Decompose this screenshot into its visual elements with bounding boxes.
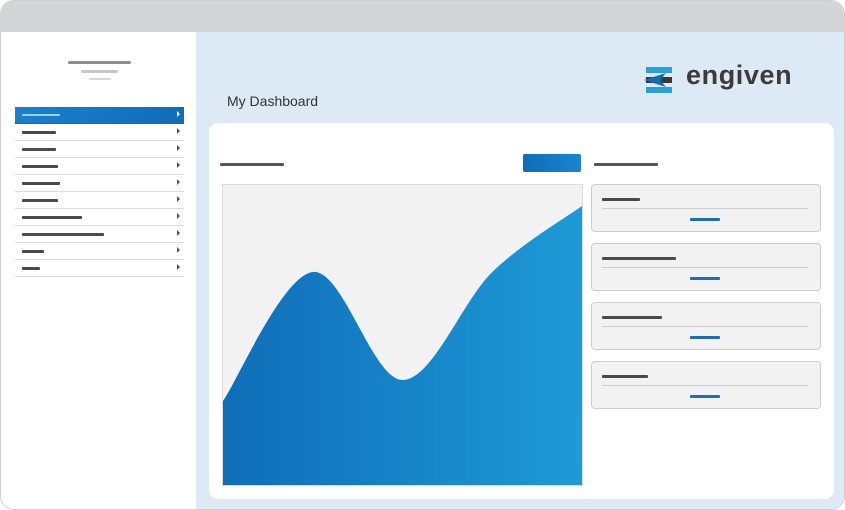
info-card-1[interactable] — [591, 184, 821, 232]
sidebar-item-label-placeholder — [22, 165, 58, 168]
sidebar-item-label-placeholder — [22, 233, 104, 236]
info-card-2[interactable] — [591, 243, 821, 291]
chevron-right-icon — [177, 145, 180, 151]
chevron-right-icon — [177, 196, 180, 202]
sidebar-item-label-placeholder — [22, 114, 60, 116]
window-titlebar — [1, 1, 844, 32]
chevron-right-icon — [177, 128, 180, 134]
area-series — [223, 206, 582, 485]
sidebar-item-5[interactable] — [15, 175, 184, 192]
info-card-title-placeholder — [602, 375, 648, 378]
chevron-right-icon — [177, 179, 180, 185]
brand-name: engiven — [686, 60, 793, 90]
chart-title-placeholder — [220, 163, 284, 166]
chevron-right-icon — [177, 230, 180, 236]
dashboard-card — [209, 123, 834, 499]
info-card-divider — [602, 326, 808, 327]
engiven-logo: engiven — [642, 60, 812, 98]
chevron-right-icon — [177, 111, 180, 117]
sidebar-item-3[interactable] — [15, 141, 184, 158]
info-card-link[interactable] — [690, 277, 720, 280]
sidebar-item-label-placeholder — [22, 148, 56, 151]
info-card-link[interactable] — [690, 336, 720, 339]
sidebar-item-label-placeholder — [22, 199, 58, 202]
info-card-3[interactable] — [591, 302, 821, 350]
chart-action-button[interactable] — [523, 154, 581, 172]
info-card-link[interactable] — [690, 395, 720, 398]
sidebar-item-label-placeholder — [22, 131, 56, 134]
area-chart — [222, 184, 583, 486]
side-panel-title-placeholder — [594, 163, 658, 166]
info-card-divider — [602, 385, 808, 386]
info-card-4[interactable] — [591, 361, 821, 409]
chevron-right-icon — [177, 213, 180, 219]
chevron-right-icon — [177, 162, 180, 168]
sidebar-item-label-placeholder — [22, 182, 60, 185]
sidebar-item-label-placeholder — [22, 216, 82, 219]
info-card-divider — [602, 208, 808, 209]
sidebar-item-7[interactable] — [15, 209, 184, 226]
sidebar-org-name-placeholder — [68, 61, 131, 64]
sidebar-org-subtitle-placeholder — [81, 70, 118, 73]
sidebar-item-label-placeholder — [22, 267, 40, 270]
app-window: engiven My Dashboard — [0, 0, 845, 510]
info-card-title-placeholder — [602, 257, 676, 260]
main-content: engiven My Dashboard — [196, 32, 844, 509]
sidebar-item-label-placeholder — [22, 250, 44, 253]
sidebar-item-2[interactable] — [15, 124, 184, 141]
area-chart-svg — [223, 206, 582, 485]
info-card-divider — [602, 267, 808, 268]
page-title: My Dashboard — [227, 93, 319, 109]
sidebar-item-10[interactable] — [15, 260, 184, 277]
chevron-right-icon — [177, 247, 180, 253]
info-card-link[interactable] — [690, 218, 720, 221]
sidebar-org-caption-placeholder — [89, 78, 111, 80]
engiven-logo-icon — [644, 67, 672, 93]
sidebar-item-9[interactable] — [15, 243, 184, 260]
sidebar-menu — [15, 107, 184, 277]
sidebar — [1, 32, 196, 509]
info-card-title-placeholder — [602, 316, 662, 319]
sidebar-item-1[interactable] — [15, 107, 184, 124]
sidebar-item-4[interactable] — [15, 158, 184, 175]
info-card-title-placeholder — [602, 198, 640, 201]
sidebar-item-8[interactable] — [15, 226, 184, 243]
chevron-right-icon — [177, 264, 180, 270]
sidebar-item-6[interactable] — [15, 192, 184, 209]
